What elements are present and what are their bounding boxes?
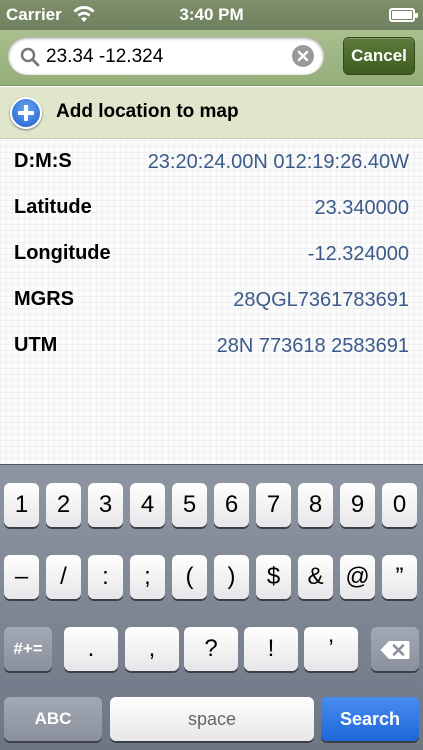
coord-row-mgrs[interactable]: MGRS 28QGL7361783691 [0, 278, 423, 324]
search-input[interactable]: 23.34 -12.324 [8, 37, 324, 75]
key[interactable]: 0 [382, 483, 417, 527]
key[interactable]: ’ [304, 627, 358, 671]
coord-value: 23.340000 [314, 197, 409, 219]
search-value: 23.34 -12.324 [46, 46, 164, 67]
coord-row-dms[interactable]: D:M:S 23:20:24.00N 012:19:26.40W [0, 140, 423, 186]
clear-icon[interactable] [292, 45, 314, 67]
key[interactable]: ( [172, 555, 207, 599]
coord-key: D:M:S [14, 150, 72, 172]
search-key[interactable]: Search [321, 697, 419, 741]
search-icon [20, 47, 40, 67]
key[interactable]: – [4, 555, 39, 599]
key[interactable]: ? [184, 627, 238, 671]
coord-value: -12.324000 [307, 243, 409, 265]
keyboard: 1 2 3 4 5 6 7 8 9 0 – / : ; ( ) $ & @ ” … [0, 464, 423, 750]
coord-key: Latitude [14, 196, 92, 218]
backspace-key[interactable] [371, 627, 419, 671]
key[interactable]: 7 [256, 483, 291, 527]
coord-key: Longitude [14, 242, 111, 264]
key[interactable]: 6 [214, 483, 249, 527]
search-bar: 23.34 -12.324 Cancel [0, 30, 423, 86]
key[interactable]: 2 [46, 483, 81, 527]
coordinates-list: D:M:S 23:20:24.00N 012:19:26.40W Latitud… [0, 140, 423, 464]
coord-value: 28QGL7361783691 [233, 289, 409, 311]
key[interactable]: $ [256, 555, 291, 599]
status-bar: Carrier 3:40 PM [0, 0, 423, 30]
key[interactable]: 1 [4, 483, 39, 527]
key[interactable]: @ [340, 555, 375, 599]
space-key[interactable]: space [110, 697, 314, 741]
key[interactable]: ; [130, 555, 165, 599]
symbols-key[interactable]: #+= [4, 627, 52, 671]
coord-row-latitude[interactable]: Latitude 23.340000 [0, 186, 423, 232]
add-circle-icon [10, 97, 42, 129]
coord-row-utm[interactable]: UTM 28N 773618 2583691 [0, 324, 423, 370]
clock: 3:40 PM [179, 5, 244, 24]
key[interactable]: : [88, 555, 123, 599]
key[interactable]: ” [382, 555, 417, 599]
coord-key: MGRS [14, 288, 74, 310]
key[interactable]: & [298, 555, 333, 599]
key[interactable]: 4 [130, 483, 165, 527]
key[interactable]: / [46, 555, 81, 599]
coord-key: UTM [14, 334, 58, 356]
key[interactable]: . [64, 627, 118, 671]
backspace-icon [380, 640, 410, 659]
abc-key[interactable]: ABC [4, 697, 102, 741]
add-location-label: Add location to map [56, 101, 239, 122]
battery-icon [389, 8, 418, 22]
key[interactable]: ! [244, 627, 298, 671]
key[interactable]: , [125, 627, 179, 671]
key[interactable]: 3 [88, 483, 123, 527]
coord-value: 23:20:24.00N 012:19:26.40W [147, 151, 409, 173]
key[interactable]: ) [214, 555, 249, 599]
coord-value: 28N 773618 2583691 [216, 335, 409, 357]
coord-row-longitude[interactable]: Longitude -12.324000 [0, 232, 423, 278]
key[interactable]: 5 [172, 483, 207, 527]
cancel-button[interactable]: Cancel [343, 37, 415, 75]
add-location-row[interactable]: Add location to map [0, 87, 423, 139]
key[interactable]: 8 [298, 483, 333, 527]
key[interactable]: 9 [340, 483, 375, 527]
